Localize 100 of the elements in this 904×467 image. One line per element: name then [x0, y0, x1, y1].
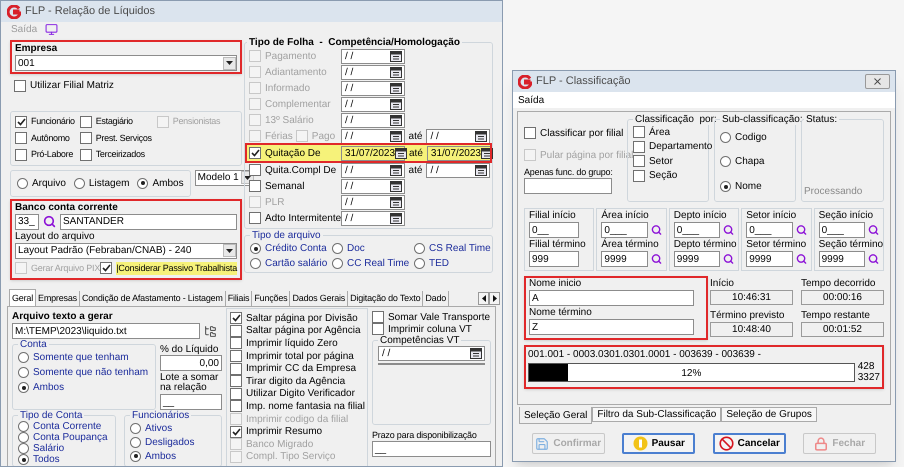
- checkbox[interactable]: [372, 323, 384, 335]
- checkbox[interactable]: [249, 180, 261, 192]
- date-field[interactable]: / /: [378, 346, 485, 361]
- tab[interactable]: Filtro da Sub-Classificação: [592, 407, 722, 422]
- radio-button[interactable]: [414, 243, 425, 254]
- calendar-icon[interactable]: [480, 148, 493, 158]
- radio-button[interactable]: [18, 443, 29, 454]
- calendar-icon[interactable]: [395, 148, 408, 158]
- text-field[interactable]: 0___: [601, 222, 648, 238]
- action-button[interactable]: Pausar: [622, 433, 696, 454]
- monitor-icon[interactable]: [45, 23, 58, 36]
- search-icon[interactable]: [796, 253, 807, 265]
- radio-button[interactable]: [332, 258, 343, 269]
- radio-button[interactable]: [18, 367, 29, 378]
- radio-button[interactable]: [74, 178, 85, 188]
- calendar-icon[interactable]: [475, 130, 487, 142]
- search-icon[interactable]: [868, 253, 879, 265]
- text-field[interactable]: 9999: [674, 251, 720, 267]
- scroll-right-icon[interactable]: [489, 292, 500, 305]
- checkbox[interactable]: [372, 311, 384, 323]
- checkbox[interactable]: [249, 147, 261, 159]
- radio-button[interactable]: [332, 243, 343, 254]
- menu-item[interactable]: Saída: [518, 92, 544, 108]
- date-field[interactable]: 31/07/2023: [426, 146, 491, 160]
- calendar-icon[interactable]: [390, 164, 402, 176]
- checkbox[interactable]: [230, 312, 242, 324]
- calendar-icon[interactable]: [390, 180, 402, 192]
- text-field[interactable]: __: [160, 394, 222, 410]
- radio-button[interactable]: [18, 432, 29, 443]
- calendar-icon[interactable]: [390, 114, 402, 126]
- search-icon[interactable]: [650, 253, 662, 265]
- checkbox[interactable]: [230, 426, 242, 438]
- radio-button[interactable]: [17, 178, 28, 188]
- checkbox[interactable]: [633, 126, 645, 138]
- checkbox[interactable]: [80, 148, 92, 161]
- checkbox[interactable]: [15, 116, 27, 128]
- checkbox[interactable]: [230, 362, 242, 375]
- checkbox[interactable]: [230, 350, 242, 362]
- text-field[interactable]: 9999: [818, 251, 865, 267]
- text-field[interactable]: 0___: [746, 222, 793, 238]
- text-field[interactable]: 0___: [674, 222, 720, 238]
- search-icon[interactable]: [723, 224, 734, 236]
- checkbox[interactable]: [80, 132, 92, 144]
- radio-button[interactable]: [720, 132, 731, 143]
- checkbox[interactable]: [15, 132, 27, 144]
- search-icon[interactable]: [868, 224, 879, 236]
- calendar-icon[interactable]: [390, 82, 402, 94]
- checkbox[interactable]: [230, 400, 242, 412]
- text-field[interactable]: 9999: [601, 251, 648, 267]
- search-icon[interactable]: [796, 224, 807, 236]
- calendar-icon[interactable]: [390, 196, 402, 208]
- radio-button[interactable]: [720, 181, 731, 192]
- date-field[interactable]: / /: [426, 162, 490, 178]
- search-icon[interactable]: [43, 215, 56, 228]
- checkbox[interactable]: [230, 324, 242, 337]
- date-field[interactable]: / /: [341, 178, 405, 194]
- company-select[interactable]: 001: [15, 55, 237, 71]
- calendar-icon[interactable]: [390, 98, 402, 110]
- date-field[interactable]: / /: [341, 162, 405, 178]
- radio-button[interactable]: [130, 422, 141, 434]
- text-field[interactable]: 0___: [818, 222, 865, 238]
- text-field[interactable]: A: [529, 290, 694, 306]
- checkbox[interactable]: [230, 337, 242, 350]
- tab[interactable]: Geral: [9, 289, 36, 306]
- checkbox[interactable]: [633, 140, 645, 153]
- text-field[interactable]: 33_: [15, 214, 39, 230]
- search-icon[interactable]: [650, 224, 662, 236]
- close-button[interactable]: [865, 74, 890, 89]
- text-field[interactable]: M:\TEMP\2023\liquido.txt: [12, 323, 200, 339]
- checkbox[interactable]: [14, 80, 26, 92]
- radio-button[interactable]: [250, 243, 261, 254]
- text-field[interactable]: 0,00: [160, 355, 222, 371]
- checkbox[interactable]: [100, 262, 112, 274]
- date-field[interactable]: / /: [341, 210, 405, 226]
- text-field[interactable]: [524, 178, 612, 194]
- model-select[interactable]: Modelo 1: [194, 170, 253, 186]
- radio-button[interactable]: [250, 258, 261, 269]
- calendar-icon[interactable]: [475, 164, 487, 176]
- radio-button[interactable]: [414, 258, 425, 269]
- radio-button[interactable]: [720, 156, 731, 168]
- calendar-icon[interactable]: [390, 66, 402, 78]
- radio-button[interactable]: [130, 450, 141, 462]
- checkbox[interactable]: [15, 148, 27, 161]
- date-field[interactable]: 31/07/2023: [341, 146, 405, 160]
- tab[interactable]: Seleção de Grupos: [721, 407, 817, 422]
- radio-button[interactable]: [18, 382, 29, 393]
- layout-select[interactable]: Layout Padrão (Febraban/CNAB) - 240: [15, 242, 237, 258]
- checkbox[interactable]: [524, 127, 536, 139]
- text-field[interactable]: 999: [529, 251, 579, 267]
- calendar-icon[interactable]: [390, 50, 402, 62]
- checkbox[interactable]: [230, 388, 242, 400]
- radio-button[interactable]: [18, 352, 29, 363]
- radio-button[interactable]: [18, 454, 29, 465]
- radio-button[interactable]: [18, 421, 29, 432]
- checkbox[interactable]: [249, 212, 261, 224]
- radio-button[interactable]: [137, 178, 148, 188]
- checkbox[interactable]: [80, 116, 92, 128]
- scroll-left-icon[interactable]: [478, 292, 489, 305]
- text-field[interactable]: SANTANDER: [60, 214, 237, 230]
- text-field[interactable]: 9999: [746, 251, 793, 267]
